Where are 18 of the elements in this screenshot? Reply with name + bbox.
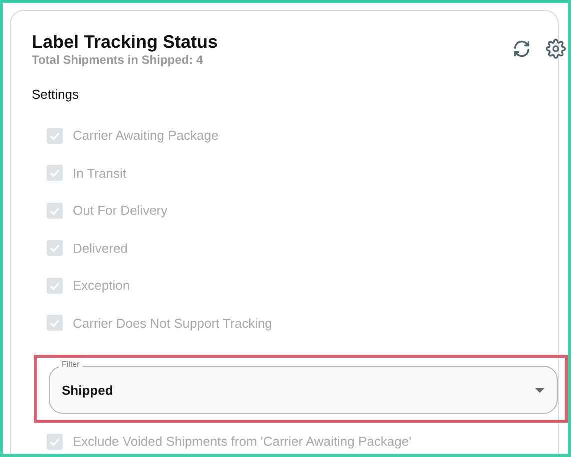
card-title: Label Tracking Status bbox=[32, 31, 218, 53]
checkbox-label: Exclude Voided Shipments from 'Carrier Awaiting Package' bbox=[73, 434, 412, 450]
checkbox-label: Exception bbox=[73, 278, 130, 294]
card-subtitle: Total Shipments in Shipped: 4 bbox=[32, 53, 204, 67]
checkmark-icon bbox=[49, 167, 61, 180]
checkmark-icon bbox=[49, 317, 61, 330]
refresh-icon[interactable] bbox=[512, 39, 532, 59]
dropdown-caret-icon bbox=[535, 388, 545, 392]
filter-label: Filter bbox=[59, 359, 83, 371]
checkbox-label: Carrier Awaiting Package bbox=[73, 128, 219, 144]
settings-icon[interactable] bbox=[546, 39, 566, 59]
checkbox-label: Carrier Does Not Support Tracking bbox=[73, 316, 272, 331]
checkbox-label: Delivered bbox=[73, 240, 128, 256]
checkbox-label: Out For Delivery bbox=[73, 203, 168, 218]
filter-select[interactable]: Shipped bbox=[49, 366, 558, 414]
settings-heading: Settings bbox=[32, 87, 80, 103]
checkbox-label: In Transit bbox=[73, 166, 126, 181]
checkmark-icon bbox=[49, 242, 61, 254]
